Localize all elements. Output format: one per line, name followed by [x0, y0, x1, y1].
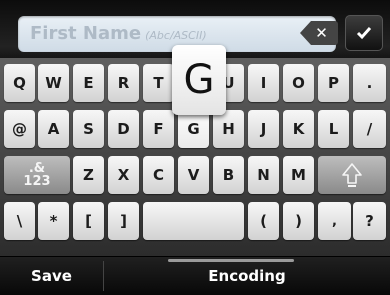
key-backslash[interactable]: \ — [4, 202, 35, 240]
key-open-bracket[interactable]: [ — [73, 202, 104, 240]
key-m[interactable]: M — [283, 156, 314, 194]
key-r[interactable]: R — [108, 64, 139, 102]
key-asterisk[interactable]: * — [38, 202, 69, 240]
first-name-placeholder: First Name (Abc/ASCII) — [30, 23, 207, 44]
key-g[interactable]: G — [178, 110, 209, 148]
key-p[interactable]: P — [318, 64, 349, 102]
key-shift[interactable] — [318, 156, 386, 194]
key-b[interactable]: B — [213, 156, 244, 194]
shift-arrow-icon — [342, 163, 362, 187]
confirm-button[interactable] — [345, 15, 383, 51]
key-n[interactable]: N — [248, 156, 279, 194]
key-x[interactable]: X — [108, 156, 139, 194]
key-a[interactable]: A — [38, 110, 69, 148]
symbols-mode-bottom: 123 — [23, 174, 51, 189]
key-question[interactable]: ? — [353, 202, 386, 240]
key-i[interactable]: I — [248, 64, 279, 102]
key-at[interactable]: @ — [4, 110, 35, 148]
key-h[interactable]: H — [213, 110, 244, 148]
key-v[interactable]: V — [178, 156, 209, 194]
key-d[interactable]: D — [108, 110, 139, 148]
encoding-softkey[interactable]: Encoding — [104, 257, 390, 295]
key-period[interactable]: . — [353, 64, 386, 102]
key-t[interactable]: T — [143, 64, 174, 102]
key-k[interactable]: K — [283, 110, 314, 148]
key-close-bracket[interactable]: ] — [108, 202, 139, 240]
key-f[interactable]: F — [143, 110, 174, 148]
key-space[interactable] — [143, 202, 244, 240]
key-s[interactable]: S — [73, 110, 104, 148]
key-close-paren[interactable]: ) — [283, 202, 314, 240]
checkmark-icon — [356, 27, 372, 40]
key-slash[interactable]: / — [353, 110, 386, 148]
key-q[interactable]: Q — [4, 64, 35, 102]
key-symbols-mode[interactable]: .& 123 — [4, 156, 70, 194]
key-e[interactable]: E — [73, 64, 104, 102]
key-z[interactable]: Z — [73, 156, 104, 194]
key-preview-popup: G — [172, 45, 226, 115]
key-comma[interactable]: , — [318, 202, 351, 240]
key-open-paren[interactable]: ( — [248, 202, 279, 240]
key-o[interactable]: O — [283, 64, 314, 102]
save-softkey[interactable]: Save — [0, 257, 103, 295]
key-c[interactable]: C — [143, 156, 174, 194]
softkey-bar: Save Encoding — [0, 256, 390, 295]
key-l[interactable]: L — [318, 110, 349, 148]
key-j[interactable]: J — [248, 110, 279, 148]
key-w[interactable]: W — [38, 64, 69, 102]
encoding-hint: (Abc/ASCII) — [145, 29, 207, 42]
